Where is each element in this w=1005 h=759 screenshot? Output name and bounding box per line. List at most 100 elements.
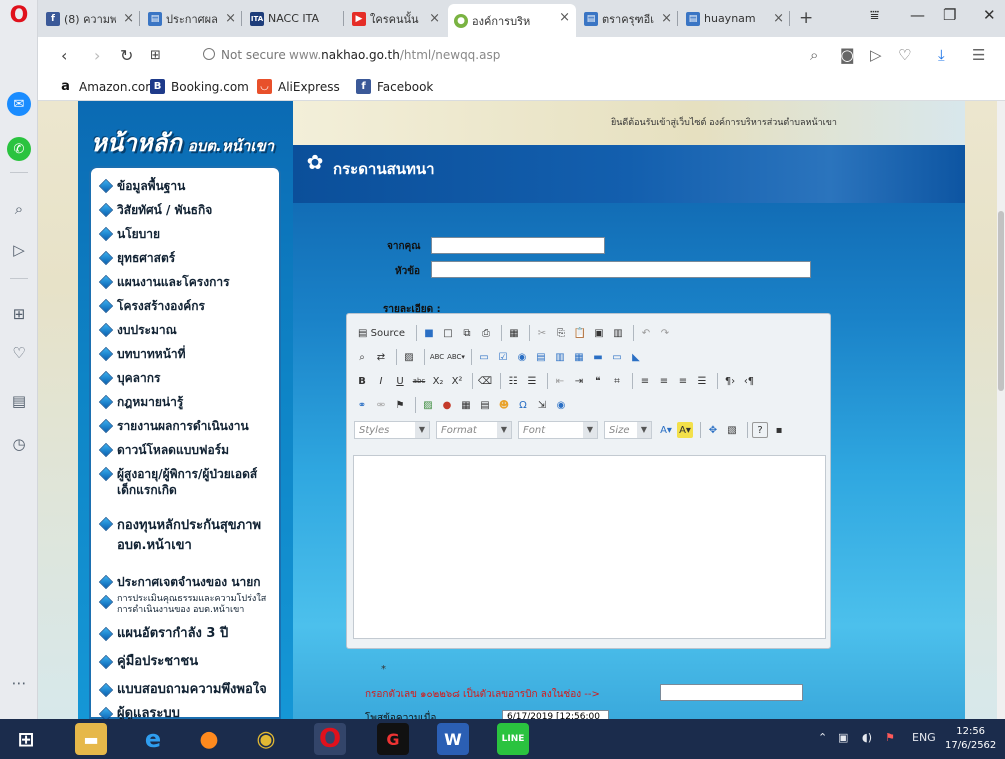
news-icon[interactable]: ▤ (7, 389, 31, 413)
camera-icon[interactable]: ◙ (840, 46, 855, 64)
menu-item[interactable]: บทบาทหน้าที่ (98, 346, 186, 362)
font-combo[interactable]: Font ▼ (518, 421, 598, 439)
align-right-icon[interactable]: ≡ (675, 373, 691, 389)
send-icon[interactable]: ▷ (7, 238, 31, 262)
undo-icon[interactable]: ↶ (638, 325, 654, 341)
text-color-icon[interactable]: A▾ (658, 422, 674, 438)
back-icon[interactable]: ‹ (61, 46, 67, 65)
radio-icon[interactable]: ◉ (514, 349, 530, 365)
menu-item[interactable]: วิสัยทัศน์ / พันธกิจ (98, 202, 212, 218)
network-icon[interactable]: ▣ (838, 731, 848, 744)
editor-body[interactable] (353, 455, 826, 639)
bookmark-heart-icon[interactable]: ♡ (898, 46, 911, 64)
new-page-icon[interactable]: □ (440, 325, 456, 341)
download-icon[interactable]: ⤓ (938, 46, 945, 64)
italic-icon[interactable]: I (373, 373, 389, 389)
menu-item[interactable]: กองทุนหลักประกันสุขภาพ อบต.หน้าเขา (98, 516, 279, 556)
close-icon[interactable]: × (225, 11, 236, 26)
game-app-icon[interactable]: G (377, 723, 409, 755)
indent-icon[interactable]: ⇥ (571, 373, 587, 389)
menu-item[interactable]: แผนงานและโครงการ (98, 274, 230, 290)
bold-icon[interactable]: B (354, 373, 370, 389)
align-center-icon[interactable]: ≡ (656, 373, 672, 389)
heart-icon[interactable]: ♡ (7, 341, 31, 365)
find-icon[interactable]: ⌕ (354, 349, 370, 365)
more-icon[interactable]: ⋯ (7, 671, 31, 695)
menu-item[interactable]: ยุทธศาสตร์ (98, 250, 175, 266)
tab-nacc[interactable]: ITA NACC ITA (244, 5, 344, 32)
tab-active[interactable]: ● องค์การบริห × (448, 4, 576, 37)
templates-icon[interactable]: ▦ (506, 325, 522, 341)
textarea-icon[interactable]: ▥ (552, 349, 568, 365)
smiley-icon[interactable]: ☻ (496, 397, 512, 413)
menu-item[interactable]: ประกาศเจตจำนงของ นายก (98, 574, 261, 590)
maximize-icon[interactable]: ✥ (705, 422, 721, 438)
menu-item[interactable]: การประเมินคุณธรรมและความโปร่งใส การดำเนิ… (98, 594, 277, 616)
menu-item[interactable]: รายงานผลการดำเนินงาน (98, 418, 249, 434)
outdent-icon[interactable]: ⇤ (552, 373, 568, 389)
replace-icon[interactable]: ⇄ (373, 349, 389, 365)
tab-garuda[interactable]: ▤ ตราครุฑอีเม × (578, 5, 678, 32)
select-all-icon[interactable]: ▨ (401, 349, 417, 365)
superscript-icon[interactable]: X² (449, 373, 465, 389)
toolbar-collapse-icon[interactable]: ▪ (771, 422, 787, 438)
scrollbar-thumb[interactable] (998, 211, 1004, 391)
unlink-icon[interactable]: ⚮ (373, 397, 389, 413)
copy-icon[interactable]: ⎘ (553, 325, 569, 341)
post-time-field[interactable]: 6/17/2019 [12:56:00 PM] (502, 710, 609, 719)
easy-setup-icon[interactable]: ☰ (972, 46, 985, 64)
background-color-icon[interactable]: A▾ (677, 422, 693, 438)
anchor-icon[interactable]: ⚑ (392, 397, 408, 413)
numbered-list-icon[interactable]: ☷ (505, 373, 521, 389)
from-input[interactable] (431, 237, 605, 254)
line-icon[interactable]: LINE (497, 723, 529, 755)
volume-icon[interactable]: ◖) (862, 731, 872, 744)
messenger-icon[interactable]: ✉ (7, 92, 31, 116)
close-icon[interactable]: × (123, 11, 134, 26)
menu-item[interactable]: แบบสอบถามความพึงพอใจ (98, 682, 267, 698)
subject-input[interactable] (431, 261, 811, 278)
spellcheck-icon[interactable]: ABC (429, 349, 445, 365)
source-button[interactable]: ▤ Source (354, 325, 409, 341)
print-icon[interactable]: ⎙ (478, 325, 494, 341)
search-page-icon[interactable]: ⌕ (810, 46, 818, 64)
bulleted-list-icon[interactable]: ☰ (524, 373, 540, 389)
firefox-icon[interactable]: ● (193, 723, 225, 755)
menu-item[interactable]: กฎหมายน่ารู้ (98, 394, 183, 410)
ie-icon[interactable]: e (137, 723, 169, 755)
menu-item[interactable]: แผนอัตรากำลัง 3 ปี (98, 626, 228, 642)
file-explorer-icon[interactable]: ▬ (75, 723, 107, 755)
whatsapp-icon[interactable]: ✆ (7, 137, 31, 161)
home-link[interactable]: หน้าหลัก อบต.หน้าเขา (91, 123, 274, 162)
search-icon[interactable]: ⌕ (7, 197, 31, 221)
url-field[interactable]: www.nakhao.go.th/html/newqq.asp (289, 48, 500, 62)
menu-item[interactable]: โครงสร้างองค์กร (98, 298, 205, 314)
menu-item[interactable]: ผู้สูงอายุ/ผู้พิการ/ผู้ป่วยเอดส์ เด็กแรก… (98, 466, 271, 498)
tab-announcement[interactable]: ▤ ประกาศผลม × (142, 5, 242, 32)
tab-huaynamk[interactable]: ▤ huaynamk × (680, 5, 790, 32)
strike-icon[interactable]: abc (411, 373, 427, 389)
flash-icon[interactable]: ● (439, 397, 455, 413)
windows-start-icon[interactable]: ⊞ (10, 723, 42, 755)
bookmark-aliexpress[interactable]: ◡ AliExpress (257, 79, 340, 94)
speed-dial-icon[interactable]: ⊞ (7, 302, 31, 326)
close-icon[interactable]: × (661, 11, 672, 26)
menu-item[interactable]: คู่มือประชาชน (98, 654, 198, 670)
tab-menu-icon[interactable]: ⩸ (870, 6, 879, 24)
reload-icon[interactable]: ↻ (120, 46, 133, 65)
textfield-icon[interactable]: ▤ (533, 349, 549, 365)
align-left-icon[interactable]: ≡ (637, 373, 653, 389)
tray-arrow-icon[interactable]: ⌃ (818, 731, 827, 744)
blockquote-icon[interactable]: ❝ (590, 373, 606, 389)
about-icon[interactable]: ? (752, 422, 768, 438)
special-char-icon[interactable]: Ω (515, 397, 531, 413)
subscript-icon[interactable]: X₂ (430, 373, 446, 389)
image-icon[interactable]: ▨ (420, 397, 436, 413)
link-icon[interactable]: ⚭ (354, 397, 370, 413)
language-indicator[interactable]: ENG (912, 731, 936, 744)
cut-icon[interactable]: ✂ (534, 325, 550, 341)
tab-facebook[interactable]: f (8) ความพร × (40, 5, 140, 32)
ltr-icon[interactable]: ¶› (722, 373, 738, 389)
underline-icon[interactable]: U (392, 373, 408, 389)
paste-word-icon[interactable]: ▥ (610, 325, 626, 341)
